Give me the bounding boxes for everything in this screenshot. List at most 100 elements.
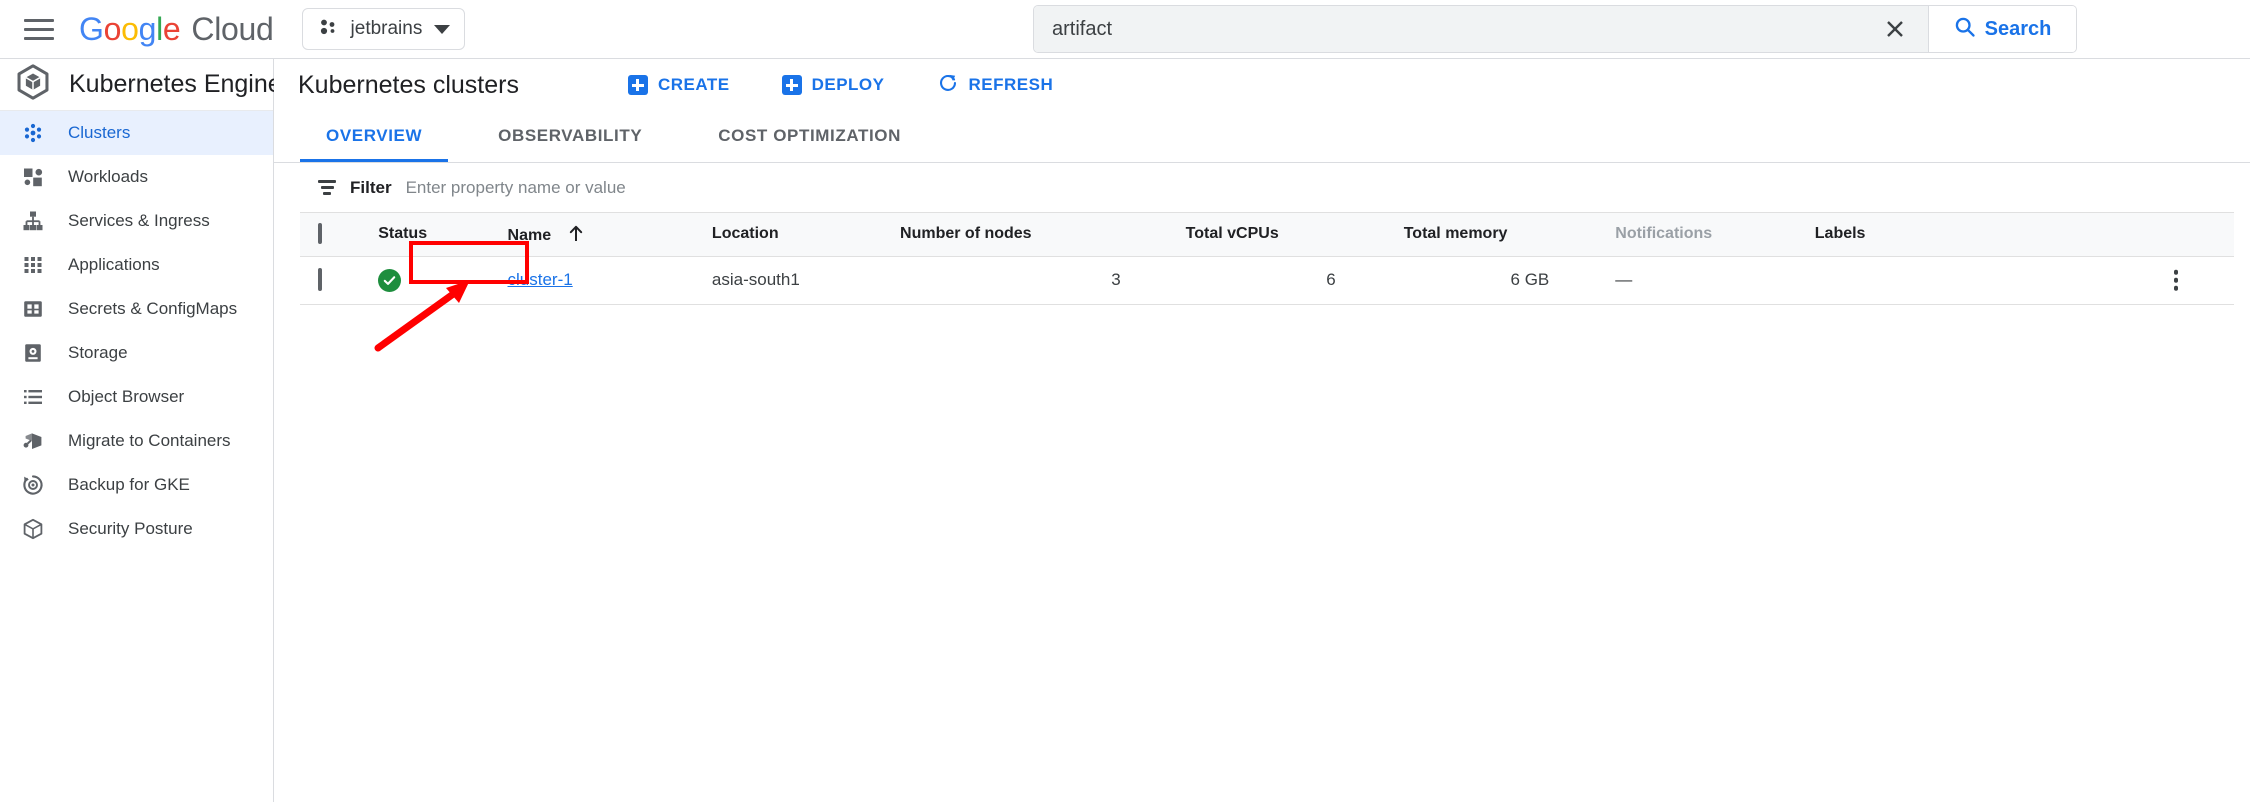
search-button-label: Search: [1985, 18, 2052, 41]
tab-label: OBSERVABILITY: [498, 126, 642, 146]
logo-cloud-word: Cloud: [191, 11, 273, 48]
sidebar-item-label: Storage: [68, 343, 128, 363]
migrate-containers-icon: [20, 428, 46, 454]
column-header-labels[interactable]: Labels: [1783, 213, 2234, 256]
page-toolbar: Kubernetes clusters CREATE DEPLOY REFRES…: [274, 59, 2250, 111]
clusters-icon: [20, 120, 46, 146]
filter-input-placeholder[interactable]: Enter property name or value: [406, 178, 626, 198]
sidebar-item-clusters[interactable]: Clusters: [0, 111, 273, 155]
sidebar-item-security-posture[interactable]: Security Posture: [0, 507, 273, 551]
search-input[interactable]: [1052, 18, 1880, 41]
sidebar-item-migrate-to-containers[interactable]: Migrate to Containers: [0, 419, 273, 463]
row-labels-cell: [1783, 256, 2234, 304]
clusters-table: Status Name Location Number of nodes Tot…: [300, 213, 2234, 305]
column-header-name[interactable]: Name: [508, 213, 667, 256]
cluster-name-link[interactable]: cluster-1: [508, 270, 573, 289]
sidebar-item-backup-for-gke[interactable]: Backup for GKE: [0, 463, 273, 507]
tab-overview[interactable]: OVERVIEW: [300, 112, 448, 162]
plus-icon: [628, 75, 648, 95]
sidebar-item-label: Workloads: [68, 167, 148, 187]
google-cloud-logo[interactable]: Google Cloud: [79, 11, 274, 48]
row-name-cell: cluster-1: [508, 256, 667, 304]
column-header-status[interactable]: Status: [378, 213, 507, 256]
hamburger-menu-icon[interactable]: [21, 11, 57, 47]
filter-bar[interactable]: Filter Enter property name or value: [300, 163, 2234, 213]
refresh-icon: [937, 72, 959, 99]
filter-label: Filter: [350, 178, 392, 198]
row-memory-cell: 6 GB: [1374, 256, 1588, 304]
sidebar-item-secrets-configmaps[interactable]: Secrets & ConfigMaps: [0, 287, 273, 331]
row-more-options-icon[interactable]: [2174, 270, 2179, 291]
deploy-button[interactable]: DEPLOY: [776, 65, 891, 105]
sidebar-item-label: Secrets & ConfigMaps: [68, 299, 237, 319]
workloads-icon: [20, 164, 46, 190]
sidebar-item-object-browser[interactable]: Object Browser: [0, 375, 273, 419]
project-name-label: jetbrains: [351, 18, 423, 40]
row-checkbox[interactable]: [318, 268, 322, 291]
logo-letter: G: [79, 11, 104, 48]
sidebar-item-workloads[interactable]: Workloads: [0, 155, 273, 199]
table-row[interactable]: cluster-1 asia-south1 3 6 6 GB —: [300, 256, 2234, 304]
create-button[interactable]: CREATE: [622, 65, 736, 105]
services-ingress-icon: [20, 208, 46, 234]
row-notifications-cell: —: [1587, 256, 1783, 304]
logo-letter: o: [121, 11, 139, 48]
sidebar-item-storage[interactable]: Storage: [0, 331, 273, 375]
sidebar-item-applications[interactable]: Applications: [0, 243, 273, 287]
column-header-notifications[interactable]: Notifications: [1587, 213, 1783, 256]
close-icon[interactable]: [1880, 14, 1910, 44]
row-location-cell: asia-south1: [667, 256, 900, 304]
tab-cost-optimization[interactable]: COST OPTIMIZATION: [692, 112, 927, 162]
top-app-bar: Google Cloud jetbrains: [0, 0, 2250, 59]
service-title: Kubernetes Engine: [69, 70, 282, 99]
search-field-wrapper: [1034, 6, 1928, 52]
deploy-button-label: DEPLOY: [812, 75, 885, 95]
row-vcpus-cell: 6: [1159, 256, 1374, 304]
tab-bar: OVERVIEW OBSERVABILITY COST OPTIMIZATION: [274, 111, 2250, 163]
plus-icon: [782, 75, 802, 95]
logo-letter: e: [163, 11, 181, 48]
sidebar-item-label: Security Posture: [68, 519, 193, 539]
left-sidebar: Kubernetes Engine Clusters: [0, 59, 274, 802]
select-all-header: [300, 213, 378, 256]
refresh-button[interactable]: REFRESH: [931, 65, 1060, 105]
main-content: Kubernetes clusters CREATE DEPLOY REFRES…: [274, 59, 2250, 802]
sidebar-item-services-ingress[interactable]: Services & Ingress: [0, 199, 273, 243]
status-healthy-icon: [378, 269, 401, 292]
create-button-label: CREATE: [658, 75, 730, 95]
sidebar-item-label: Object Browser: [68, 387, 184, 407]
secrets-configmaps-icon: [20, 296, 46, 322]
chevron-down-icon: [434, 25, 450, 34]
table-header: Status Name Location Number of nodes Tot…: [300, 213, 2234, 256]
search-button[interactable]: Search: [1928, 6, 2076, 52]
refresh-button-label: REFRESH: [969, 75, 1054, 95]
page-title: Kubernetes clusters: [298, 71, 519, 100]
search-bar: Search: [1033, 5, 2077, 53]
column-header-total-vcpus[interactable]: Total vCPUs: [1159, 213, 1374, 256]
project-dots-icon: [317, 16, 339, 43]
object-browser-icon: [20, 384, 46, 410]
applications-grid-icon: [20, 252, 46, 278]
row-nodes-cell: 3: [900, 256, 1159, 304]
tab-observability[interactable]: OBSERVABILITY: [472, 112, 668, 162]
column-header-number-of-nodes[interactable]: Number of nodes: [900, 213, 1159, 256]
sidebar-item-label: Services & Ingress: [68, 211, 210, 231]
logo-letter: l: [156, 11, 163, 48]
tab-label: OVERVIEW: [326, 126, 422, 146]
sidebar-item-label: Applications: [68, 255, 160, 275]
logo-letter: o: [104, 11, 122, 48]
storage-icon: [20, 340, 46, 366]
row-select-cell: [300, 256, 378, 304]
project-selector[interactable]: jetbrains: [302, 8, 466, 50]
logo-letter: g: [139, 11, 157, 48]
sidebar-item-label: Clusters: [68, 123, 130, 143]
column-header-location[interactable]: Location: [667, 213, 900, 256]
table-body: cluster-1 asia-south1 3 6 6 GB —: [300, 256, 2234, 304]
row-status-cell: [378, 256, 507, 304]
kubernetes-hexagon-icon: [14, 63, 52, 106]
security-posture-icon: [20, 516, 46, 542]
service-header: Kubernetes Engine: [0, 59, 273, 111]
column-header-total-memory[interactable]: Total memory: [1374, 213, 1588, 256]
select-all-checkbox[interactable]: [318, 223, 322, 244]
search-icon: [1954, 16, 1976, 43]
